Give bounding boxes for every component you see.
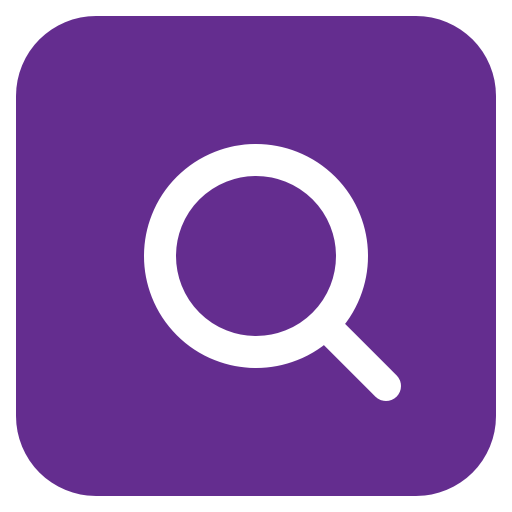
app-icon-canvas	[0, 0, 512, 512]
search-icon	[144, 144, 401, 401]
search-app-tile[interactable]	[16, 16, 496, 496]
search-icon-handle	[317, 317, 401, 401]
